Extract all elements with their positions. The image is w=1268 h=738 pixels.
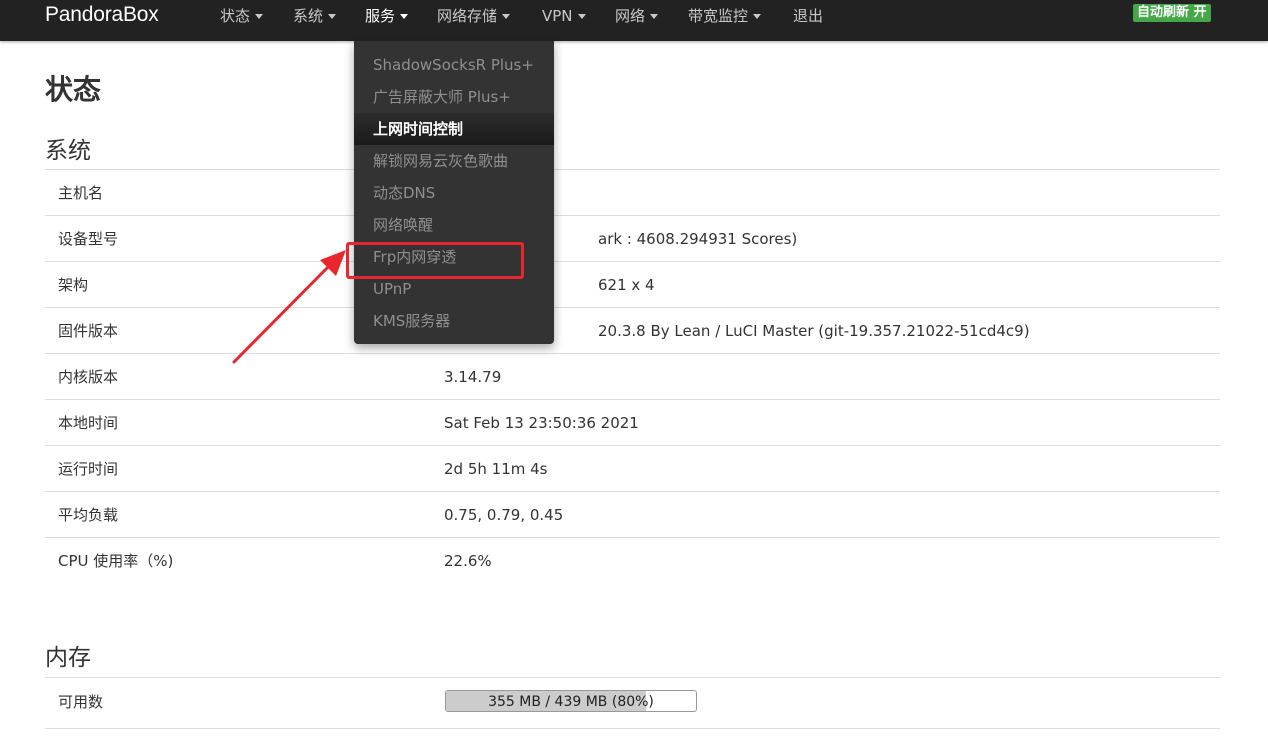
annotation-arrow-icon xyxy=(232,250,346,364)
highlight-box xyxy=(346,242,524,279)
